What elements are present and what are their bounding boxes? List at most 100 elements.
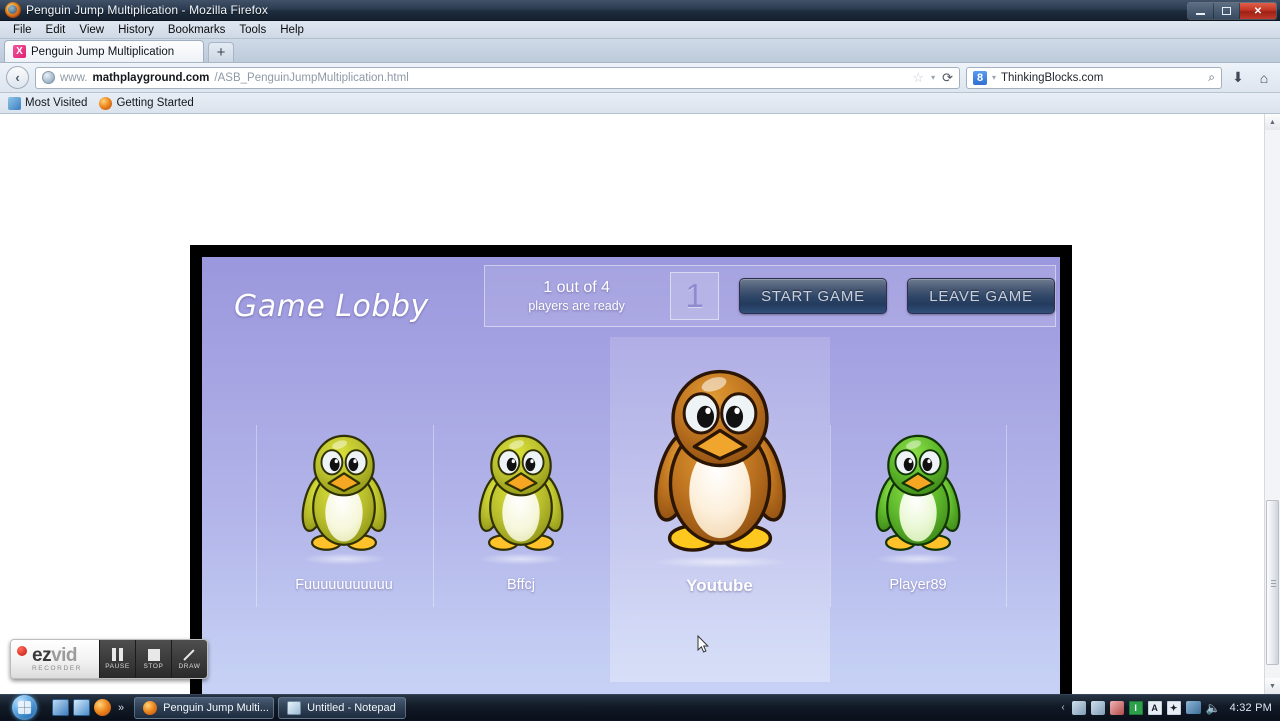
penguin-icon [466, 425, 576, 559]
start-button[interactable] [2, 695, 46, 721]
player-name: Bffcj [507, 577, 535, 593]
tray-icon-2[interactable] [1091, 701, 1105, 715]
site-identity-icon [42, 71, 55, 84]
penguin-shadow [301, 553, 387, 565]
ezvid-brand-vid: vid [51, 645, 77, 666]
firefox-icon [5, 2, 21, 18]
player-divider [256, 425, 257, 607]
penguin-avatar [289, 425, 399, 559]
start-game-button[interactable]: START GAME [739, 278, 887, 314]
scrollbar-track[interactable] [1265, 130, 1280, 678]
menu-item-tools[interactable]: Tools [232, 23, 273, 37]
player-name: Fuuuuuuuuuuu [295, 577, 393, 593]
maximize-button[interactable] [1214, 3, 1240, 19]
window-controls: ✕ [1187, 2, 1277, 20]
draw-label: DRAW [178, 663, 200, 670]
search-engine-chevron-icon[interactable]: ▾ [992, 73, 996, 82]
url-path: /ASB_PenguinJumpMultiplication.html [214, 72, 408, 84]
windows-logo-icon [12, 695, 37, 720]
player-slot[interactable]: Player89 [830, 337, 1007, 694]
penguin-shadow [651, 556, 788, 568]
pencil-icon [183, 648, 197, 661]
game-stage: Game Lobby 1 out of 4 players are ready … [190, 245, 1072, 694]
player-divider [433, 425, 434, 607]
bookmark-getting-started[interactable]: Getting Started [99, 97, 193, 110]
taskbar-item-notepad[interactable]: Untitled - Notepad [278, 697, 406, 719]
url-domain: mathplayground.com [92, 72, 209, 84]
back-button[interactable]: ‹ [6, 66, 29, 89]
tab-strip: X Penguin Jump Multiplication + [0, 39, 1280, 63]
search-icon[interactable]: ⌕ [1208, 70, 1215, 85]
ezvid-brand-ez: ez [32, 645, 51, 666]
pause-button[interactable]: PAUSE [99, 640, 135, 678]
pause-icon [112, 648, 123, 661]
leave-game-button[interactable]: LEAVE GAME [907, 278, 1055, 314]
new-tab-button[interactable]: + [208, 42, 234, 62]
tray-expand-icon[interactable]: ‹ [1061, 702, 1064, 713]
close-button[interactable]: ✕ [1240, 3, 1276, 19]
player-slot[interactable]: Bffcj [433, 337, 610, 694]
player-slot-self[interactable]: Youtube [610, 337, 830, 682]
clock[interactable]: 4:32 PM [1230, 702, 1272, 714]
draw-button[interactable]: DRAW [171, 640, 207, 678]
scrollbar-thumb[interactable] [1266, 500, 1279, 665]
menu-item-help[interactable]: Help [273, 23, 311, 37]
tray-icon-1[interactable] [1072, 701, 1086, 715]
ezvid-recorder-toolbar[interactable]: ezvid RECORDER PAUSE STOP DRAW [10, 639, 208, 679]
penguin-icon [863, 425, 973, 559]
stop-label: STOP [144, 663, 164, 670]
volume-icon[interactable]: 🔈 [1206, 701, 1221, 715]
show-desktop-icon[interactable] [52, 699, 69, 716]
search-bar[interactable]: 8 ▾ ThinkingBlocks.com ⌕ [966, 67, 1222, 89]
tab-penguin-jump-multiplication[interactable]: X Penguin Jump Multiplication [4, 40, 204, 62]
downloads-icon[interactable]: ⬇ [1228, 69, 1248, 86]
taskbar-item-firefox[interactable]: Penguin Jump Multi... [134, 697, 274, 719]
game-lobby: Game Lobby 1 out of 4 players are ready … [202, 257, 1060, 694]
tray-lang-a-icon[interactable]: A [1148, 701, 1162, 715]
scroll-down-arrow-icon[interactable]: ▼ [1265, 678, 1280, 694]
taskbar-item-label: Untitled - Notepad [307, 702, 396, 714]
switch-window-icon[interactable] [73, 699, 90, 716]
taskbar-item-label: Penguin Jump Multi... [163, 702, 269, 714]
ezvid-subtitle: RECORDER [32, 666, 82, 673]
penguin-icon [632, 357, 808, 562]
player-divider [1006, 425, 1007, 607]
firefox-window: Penguin Jump Multiplication - Mozilla Fi… [0, 0, 1280, 694]
menu-item-edit[interactable]: Edit [39, 23, 73, 37]
player-slot[interactable]: Fuuuuuuuuuuu [256, 337, 433, 694]
menu-item-view[interactable]: View [72, 23, 111, 37]
firefox-icon [143, 701, 157, 715]
network-icon[interactable] [1186, 701, 1201, 714]
chevron-down-icon[interactable]: ▾ [931, 73, 935, 82]
ready-status: 1 out of 4 players are ready [493, 278, 660, 314]
tray-lang-plus-icon[interactable]: ✦ [1167, 701, 1181, 715]
scroll-up-arrow-icon[interactable]: ▲ [1265, 114, 1280, 130]
tray-lang-green-icon[interactable]: I [1129, 701, 1143, 715]
windows-taskbar: » Penguin Jump Multi... Untitled - Notep… [0, 694, 1280, 720]
ready-sub-text: players are ready [493, 298, 660, 314]
bookmark-most-visited[interactable]: Most Visited [8, 97, 87, 110]
address-bar[interactable]: www. mathplayground.com /ASB_PenguinJump… [35, 67, 960, 89]
minimize-button[interactable] [1188, 3, 1214, 19]
menu-item-history[interactable]: History [111, 23, 161, 37]
web-page: Game Lobby 1 out of 4 players are ready … [0, 114, 1264, 694]
bookmark-star-icon[interactable]: ☆ [912, 70, 924, 86]
firefox-icon[interactable] [94, 699, 111, 716]
tray-icon-3[interactable] [1110, 701, 1124, 715]
player-name: Player89 [889, 577, 946, 593]
menu-item-file[interactable]: File [6, 23, 39, 37]
quick-launch-bar: » [52, 699, 130, 716]
system-tray: ‹ I A ✦ 🔈 4:32 PM [1061, 701, 1280, 715]
overflow-chevron-icon[interactable]: » [118, 702, 124, 714]
bookmark-label: Most Visited [25, 97, 87, 109]
reload-icon[interactable]: ⟳ [942, 70, 953, 86]
ezvid-logo: ezvid RECORDER [32, 646, 82, 673]
google-icon: 8 [973, 71, 987, 85]
home-icon[interactable]: ⌂ [1254, 70, 1274, 86]
penguin-avatar [632, 357, 808, 562]
stop-button[interactable]: STOP [135, 640, 171, 678]
menu-item-bookmarks[interactable]: Bookmarks [161, 23, 233, 37]
vertical-scrollbar[interactable]: ▲ ▼ [1264, 114, 1280, 694]
penguin-avatar [466, 425, 576, 559]
notepad-icon [287, 701, 301, 715]
